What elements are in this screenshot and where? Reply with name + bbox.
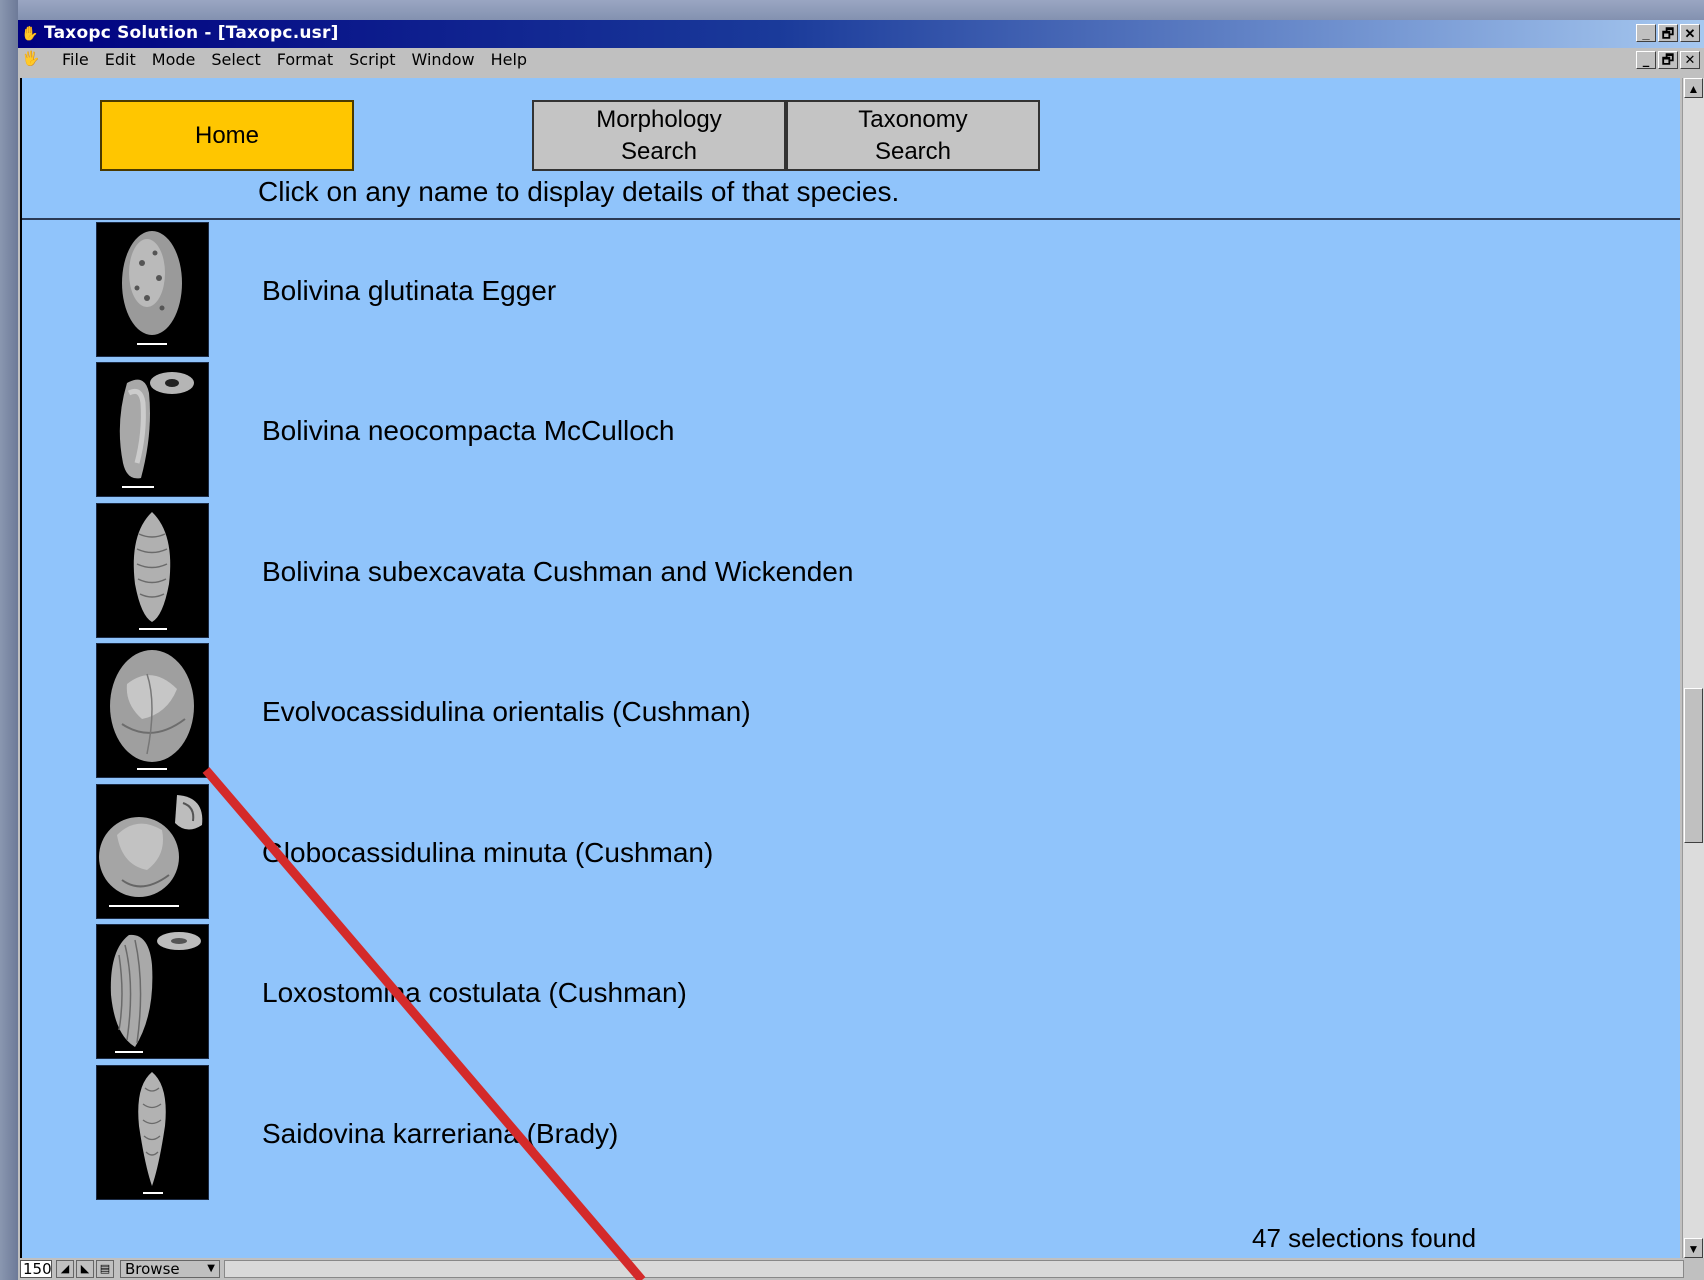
- title-bar[interactable]: ✋ Taxopc Solution - [Taxopc.usr] _ 🗗 ✕: [18, 20, 1704, 48]
- menu-script[interactable]: Script: [341, 50, 403, 70]
- species-row[interactable]: Loxostomina costulata (Cushman): [22, 924, 1422, 1062]
- species-row[interactable]: Evolvocassidulina orientalis (Cushman): [22, 643, 1422, 781]
- species-name[interactable]: Bolivina subexcavata Cushman and Wickend…: [262, 556, 853, 588]
- foraminifera-specimen-icon[interactable]: [96, 362, 209, 497]
- zoom-level[interactable]: 150: [20, 1260, 52, 1278]
- vertical-scrollbar[interactable]: ▲ ▼: [1682, 78, 1704, 1258]
- close-button[interactable]: ✕: [1680, 24, 1700, 42]
- dropdown-caret-icon: ▼: [207, 1263, 215, 1274]
- taxonomy-search-button[interactable]: Taxonomy Search: [786, 100, 1040, 171]
- foraminifera-specimen-icon[interactable]: [96, 503, 209, 638]
- zoom-in-icon[interactable]: ◣: [76, 1260, 94, 1278]
- species-name[interactable]: Evolvocassidulina orientalis (Cushman): [262, 696, 751, 728]
- mode-value: Browse: [125, 1260, 180, 1278]
- foraminifera-specimen-icon[interactable]: [96, 643, 209, 778]
- mode-select[interactable]: Browse ▼: [120, 1260, 220, 1278]
- status-bar: 150 ◢ ◣ ▤ Browse ▼: [18, 1258, 1704, 1280]
- species-name[interactable]: Loxostomina costulata (Cushman): [262, 977, 687, 1009]
- species-name[interactable]: Bolivina glutinata Egger: [262, 275, 556, 307]
- document-icon[interactable]: 🖐: [22, 50, 40, 68]
- menu-edit[interactable]: Edit: [97, 50, 144, 70]
- header-area: Home Morphology Search Taxonomy Search C…: [22, 78, 1680, 220]
- morphology-search-label: Morphology Search: [596, 105, 722, 165]
- taxonomy-search-label: Taxonomy Search: [858, 105, 968, 165]
- status-area-toggle-icon[interactable]: ▤: [96, 1260, 114, 1278]
- species-row[interactable]: Bolivina neocompacta McCulloch: [22, 362, 1422, 500]
- app-icon[interactable]: ✋: [21, 24, 39, 42]
- scroll-down-arrow-icon[interactable]: ▼: [1684, 1238, 1703, 1258]
- foraminifera-specimen-icon[interactable]: [96, 1065, 209, 1200]
- app-window: ✋ Taxopc Solution - [Taxopc.usr] _ 🗗 ✕ 🖐…: [18, 20, 1704, 1280]
- species-row[interactable]: Saidovina karreriana (Brady): [22, 1065, 1422, 1203]
- document-controls: _ 🗗 ✕: [1636, 51, 1700, 69]
- species-name[interactable]: Saidovina karreriana (Brady): [262, 1118, 618, 1150]
- species-name[interactable]: Bolivina neocompacta McCulloch: [262, 415, 674, 447]
- foraminifera-specimen-icon[interactable]: [96, 222, 209, 357]
- species-row[interactable]: Bolivina glutinata Egger: [22, 222, 1422, 360]
- horizontal-scrollbar[interactable]: [224, 1260, 1684, 1278]
- menu-mode[interactable]: Mode: [144, 50, 204, 70]
- desktop-background-left: [0, 0, 18, 1280]
- desktop-background-top: [0, 0, 1704, 20]
- menu-window[interactable]: Window: [404, 50, 483, 70]
- species-row[interactable]: Globocassidulina minuta (Cushman): [22, 784, 1422, 922]
- doc-close-button[interactable]: ✕: [1680, 51, 1700, 69]
- doc-restore-button[interactable]: 🗗: [1658, 51, 1678, 69]
- scroll-up-arrow-icon[interactable]: ▲: [1684, 78, 1703, 98]
- foraminifera-specimen-icon[interactable]: [96, 784, 209, 919]
- menu-format[interactable]: Format: [269, 50, 341, 70]
- menu-select[interactable]: Select: [203, 50, 268, 70]
- zoom-out-icon[interactable]: ◢: [56, 1260, 74, 1278]
- instruction-text: Click on any name to display details of …: [258, 176, 900, 207]
- scrollbar-thumb[interactable]: [1684, 688, 1703, 843]
- doc-minimize-button[interactable]: _: [1636, 51, 1656, 69]
- window-controls: _ 🗗 ✕: [1636, 24, 1700, 42]
- menu-help[interactable]: Help: [483, 50, 535, 70]
- window-title: Taxopc Solution - [Taxopc.usr]: [44, 23, 339, 43]
- layout-content: Home Morphology Search Taxonomy Search C…: [20, 78, 1680, 1258]
- foraminifera-specimen-icon[interactable]: [96, 924, 209, 1059]
- species-row[interactable]: Bolivina subexcavata Cushman and Wickend…: [22, 503, 1422, 641]
- species-name[interactable]: Globocassidulina minuta (Cushman): [262, 837, 713, 869]
- minimize-button[interactable]: _: [1636, 24, 1656, 42]
- morphology-search-button[interactable]: Morphology Search: [532, 100, 786, 171]
- menu-bar: 🖐 File Edit Mode Select Format Script Wi…: [18, 48, 1704, 72]
- menu-file[interactable]: File: [54, 50, 97, 70]
- restore-button[interactable]: 🗗: [1658, 24, 1678, 42]
- selection-count: 47 selections found: [1252, 1223, 1477, 1253]
- home-button[interactable]: Home: [100, 100, 354, 171]
